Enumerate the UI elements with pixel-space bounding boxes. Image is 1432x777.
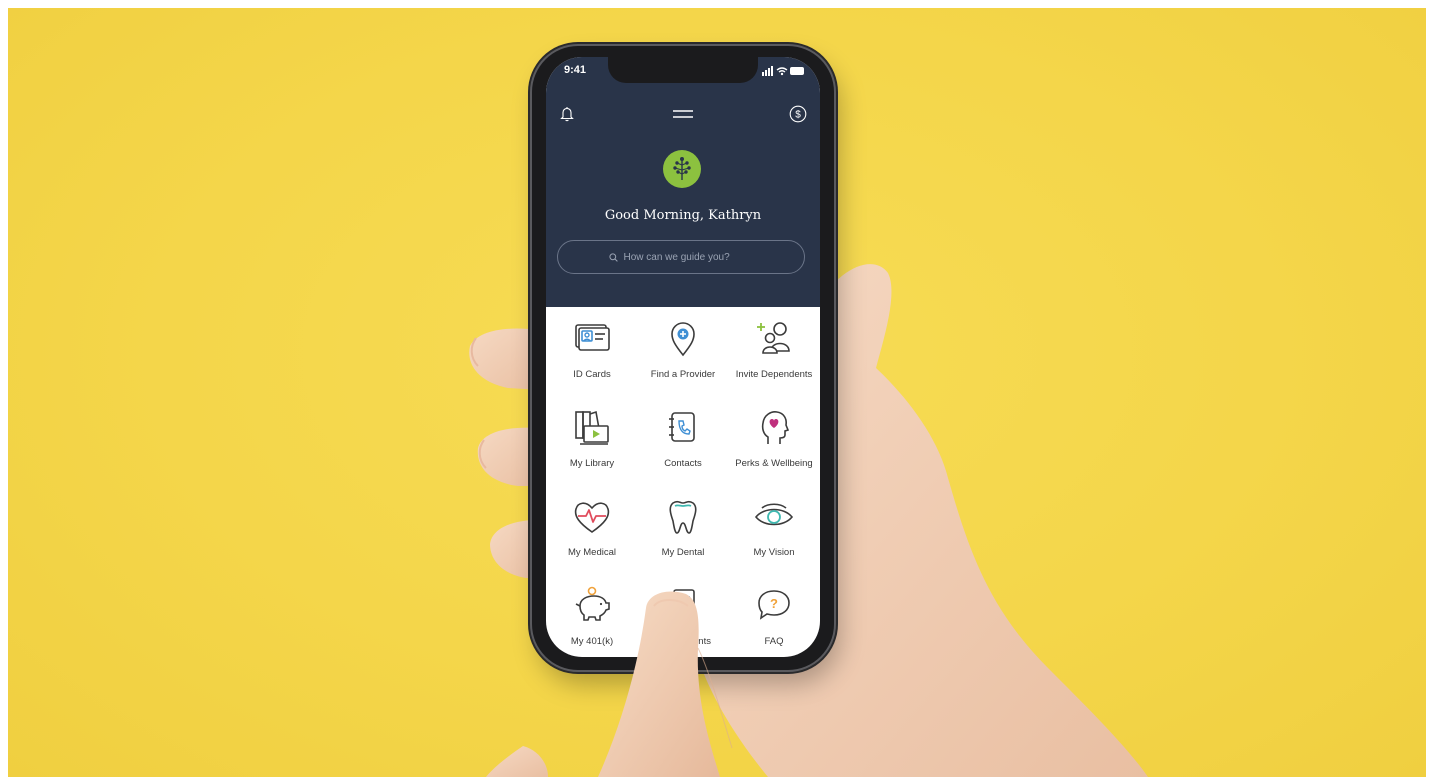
heart-pulse-icon: [574, 502, 610, 533]
greeting-text: Good Morning, Kathryn: [604, 208, 762, 223]
tooth-icon: [669, 500, 697, 534]
map-pin-icon: [671, 322, 695, 357]
payments-button[interactable]: $: [786, 102, 810, 126]
add-person-icon: [757, 322, 790, 354]
tile-label: ents: [693, 636, 711, 647]
eye-icon: [754, 503, 794, 526]
phone-book-icon: [669, 412, 695, 442]
tile-find-a-provider[interactable]: Find a Provider: [638, 313, 728, 402]
tile-my-401k[interactable]: My 401(k): [546, 580, 638, 657]
tile-contacts[interactable]: Contacts: [638, 402, 728, 491]
smartphone: 9:41 $ Good Morning, Kathryn How can we …: [532, 46, 834, 670]
head-heart-icon: [761, 411, 790, 444]
library-icon: [575, 410, 609, 445]
tile-my-medical[interactable]: My Medical: [546, 491, 638, 580]
tile-id-cards[interactable]: ID Cards: [546, 313, 638, 402]
tile-label: Perks & Wellbeing: [735, 458, 813, 469]
search-bar[interactable]: [557, 240, 805, 274]
bell-icon: [560, 107, 574, 122]
search-input[interactable]: [623, 251, 754, 263]
tile-label: ID Cards: [573, 369, 611, 380]
tile-invite-dependents[interactable]: Invite Dependents: [728, 313, 820, 402]
tile-label: My 401(k): [570, 636, 614, 647]
svg-text:?: ?: [770, 596, 778, 611]
tile-my-dental[interactable]: My Dental: [638, 491, 728, 580]
tile-faq[interactable]: ? FAQ: [728, 580, 820, 657]
notifications-button[interactable]: [555, 102, 579, 126]
feature-grid: ID Cards Find a Provider Invite Dependen…: [546, 313, 820, 657]
tile-documents[interactable]: ents: [638, 580, 728, 657]
svg-text:$: $: [795, 110, 801, 121]
photo-stage: 9:41 $ Good Morning, Kathryn How can we …: [8, 8, 1426, 777]
tile-label: My Vision: [753, 547, 795, 558]
status-time: 9:41: [564, 64, 587, 76]
tree-logo-icon: [673, 157, 691, 180]
question-bubble-icon: ?: [758, 590, 790, 620]
status-icons: [762, 66, 804, 76]
header-panel: 9:41 $ Good Morning, Kathryn How can we …: [546, 57, 820, 307]
menu-button[interactable]: [671, 102, 695, 126]
tile-label: FAQ: [764, 636, 784, 647]
tile-label: Contacts: [664, 458, 702, 469]
document-icon: [673, 589, 695, 621]
phone-screen: 9:41 $ Good Morning, Kathryn How can we …: [546, 57, 820, 657]
tile-my-vision[interactable]: My Vision: [728, 491, 820, 580]
tile-label: My Medical: [567, 547, 617, 558]
search-icon: [608, 252, 618, 262]
tile-label: Find a Provider: [650, 369, 716, 380]
piggy-bank-icon: [575, 586, 610, 621]
tile-my-library[interactable]: My Library: [546, 402, 638, 491]
tile-perks-wellbeing[interactable]: Perks & Wellbeing: [728, 402, 820, 491]
id-card-icon: [575, 324, 610, 351]
phone-notch: [608, 57, 758, 83]
tile-label: Invite Dependents: [735, 369, 813, 380]
dollar-icon: $: [789, 105, 807, 123]
tile-label: My Library: [569, 458, 615, 469]
brand-logo: [663, 150, 701, 188]
menu-icon: [673, 110, 693, 118]
tile-label: My Dental: [661, 547, 705, 558]
